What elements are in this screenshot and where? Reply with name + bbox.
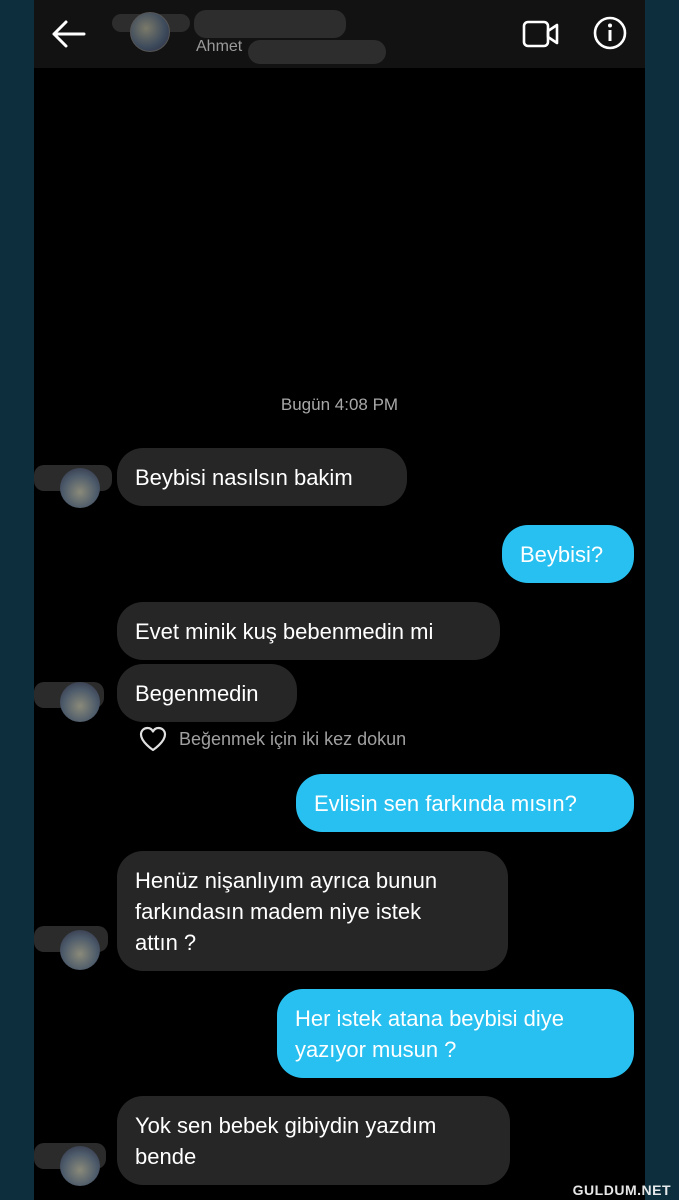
info-icon[interactable] [590,12,630,52]
chat-header: Ahmet [34,0,645,68]
message-bubble-outgoing[interactable]: Evlisin sen farkında mısın? [296,774,634,832]
message-bubble-incoming[interactable]: Henüz nişanlıyım ayrıca bunun farkındası… [117,851,508,971]
sender-avatar[interactable] [60,682,100,722]
chat-screen: Ahmet Bugün 4:08 PM Beybisi nasılsın bak… [34,0,645,1200]
sender-avatar[interactable] [60,930,100,970]
message-timestamp: Bugün 4:08 PM [280,395,399,414]
contact-avatar[interactable] [130,12,170,52]
message-bubble-incoming[interactable]: Begenmedin [117,664,297,722]
message-bubble-incoming[interactable]: Yok sen bebek gibiydin yazdım bende [117,1096,510,1185]
sender-avatar[interactable] [60,1146,100,1186]
redacted-username-blur [194,10,346,38]
message-bubble-incoming[interactable]: Evet minik kuş bebenmedin mi [117,602,500,660]
redacted-surname-blur [248,40,386,64]
contact-name[interactable]: Ahmet [196,38,242,56]
message-bubble-outgoing[interactable]: Her istek atana beybisi diye yazıyor mus… [277,989,634,1078]
sender-avatar[interactable] [60,468,100,508]
back-arrow-icon[interactable] [48,14,92,54]
heart-icon[interactable] [138,724,168,754]
watermark: GULDUM.NET [572,1182,671,1198]
like-hint-text: Beğenmek için iki kez dokun [179,729,407,749]
video-call-icon[interactable] [520,14,562,54]
message-bubble-outgoing[interactable]: Beybisi? [502,525,634,583]
message-bubble-incoming[interactable]: Beybisi nasılsın bakim [117,448,407,506]
